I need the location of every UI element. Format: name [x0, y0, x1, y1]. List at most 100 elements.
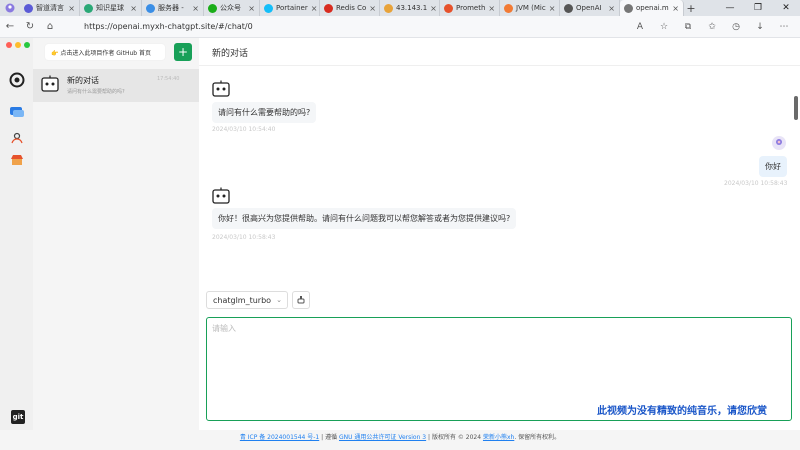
- tab-close-icon[interactable]: ×: [669, 4, 679, 13]
- tab-close-icon[interactable]: ×: [65, 4, 75, 13]
- tab-label: OpenAI: [576, 4, 602, 12]
- bot-message: 你好！很高兴为您提供帮助。请问有什么问题我可以帮您解答或者为您提供建议吗?: [212, 208, 517, 229]
- user-avatar: [772, 136, 786, 150]
- chat-main: 新的对话 请问有什么需要帮助的吗? 2024/03/10 10:54:40 你好…: [199, 38, 800, 430]
- tab-favicon-icon: [208, 3, 217, 13]
- tab-favicon-icon: [146, 3, 155, 13]
- tab-close-icon[interactable]: ×: [189, 4, 199, 13]
- tab-label: 服务器 -: [158, 4, 184, 12]
- url-field[interactable]: https://openai.myxh-chatgpt.site/#/chat/…: [84, 22, 253, 31]
- browser-tab[interactable]: Portainer ×: [260, 0, 320, 16]
- tab-close-icon[interactable]: ×: [427, 4, 437, 13]
- tab-label: openai.m: [636, 4, 669, 12]
- tab-close-icon[interactable]: ×: [245, 4, 255, 13]
- tab-label: Prometh: [456, 4, 486, 12]
- favorite-star-icon[interactable]: ☆: [652, 22, 676, 32]
- license-link[interactable]: GNU 通用公共许可证 Version 3: [339, 434, 426, 441]
- tab-favicon-icon: [564, 3, 573, 13]
- chat-app: git 👉 点击进入此项目作者 GitHub 首页 + 新的对话 17:54:4…: [0, 38, 800, 450]
- robot-avatar-icon: [41, 75, 59, 93]
- browser-tab[interactable]: 服务器 - ×: [142, 0, 204, 16]
- broom-icon: [297, 296, 305, 304]
- video-caption: 此视频为没有精致的纯音乐，请您欣赏: [597, 406, 767, 417]
- tab-favicon-icon: [264, 3, 273, 13]
- chevron-down-icon: ⌄: [276, 296, 282, 304]
- icp-link[interactable]: 青 ICP 备 2024001544 号-1: [240, 434, 319, 441]
- more-icon[interactable]: ⋯: [772, 22, 796, 32]
- tab-favicon-icon: [24, 3, 33, 13]
- footer-text: | 版权所有 © 2024: [426, 434, 483, 441]
- scrollbar-thumb[interactable]: [794, 96, 798, 120]
- user-message: 你好: [759, 156, 787, 177]
- tab-close-icon[interactable]: ×: [308, 4, 318, 13]
- author-link[interactable]: 荣新小熊xh: [483, 434, 514, 441]
- tab-label: 知识星球: [96, 4, 124, 12]
- tab-label: JVM (Mic: [516, 4, 546, 12]
- page-title: 新的对话: [212, 49, 249, 59]
- model-select-value: chatglm_turbo: [213, 295, 272, 305]
- browser-tab[interactable]: Redis Co ×: [320, 0, 380, 16]
- footer-text: . 保留所有权利。: [514, 434, 561, 441]
- tab-label: 公众号: [220, 4, 241, 12]
- conversation-subtitle: 请问有什么需要帮助的吗?: [67, 89, 125, 95]
- tab-favicon-icon: [504, 3, 513, 13]
- tab-label: Portainer: [276, 4, 308, 12]
- conversation-time: 17:54:40: [157, 76, 180, 82]
- browser-tab[interactable]: 智道清言 ×: [20, 0, 80, 16]
- tab-close-icon[interactable]: ×: [605, 4, 615, 13]
- refresh-icon[interactable]: ↻: [20, 21, 40, 32]
- browser-tab[interactable]: 公众号 ×: [204, 0, 260, 16]
- tab-close-icon[interactable]: ×: [546, 4, 556, 13]
- read-aloud-icon[interactable]: A: [628, 22, 652, 32]
- new-conversation-button[interactable]: +: [174, 43, 192, 61]
- robot-avatar-icon: [212, 80, 230, 98]
- green-dot-icon: [24, 42, 30, 48]
- browser-tab[interactable]: 43.143.1 ×: [380, 0, 440, 16]
- browser-tab[interactable]: Prometh ×: [440, 0, 500, 16]
- chat-header: 新的对话: [199, 38, 800, 66]
- minimize-icon[interactable]: —: [716, 0, 744, 16]
- extensions-icon[interactable]: ⧉: [676, 22, 700, 32]
- browser-tab[interactable]: JVM (Mic ×: [500, 0, 560, 16]
- tab-close-icon[interactable]: ×: [127, 4, 137, 13]
- user-icon[interactable]: [9, 130, 25, 146]
- home-icon[interactable]: ⌂: [40, 21, 60, 32]
- download-icon[interactable]: ↓: [748, 22, 772, 32]
- model-select[interactable]: chatglm_turbo ⌄: [206, 291, 288, 309]
- red-dot-icon: [6, 42, 12, 48]
- history-icon[interactable]: ◷: [724, 22, 748, 32]
- window-controls: — ❐ ✕: [716, 0, 800, 16]
- bot-message: 请问有什么需要帮助的吗?: [212, 102, 317, 123]
- tab-label: Redis Co: [336, 4, 367, 12]
- tab-favicon-icon: [624, 3, 633, 13]
- tab-favicon-icon: [324, 3, 333, 13]
- conversation-item[interactable]: 新的对话 17:54:40 请问有什么需要帮助的吗?: [33, 69, 199, 102]
- favorites-icon[interactable]: ✩: [700, 22, 724, 32]
- tab-favicon-icon: [384, 3, 393, 13]
- back-icon[interactable]: ←: [0, 21, 20, 32]
- github-home-button[interactable]: 👉 点击进入此项目作者 GitHub 首页: [45, 44, 165, 60]
- message-time: 2024/03/10 10:54:40: [212, 126, 276, 133]
- clear-history-button[interactable]: [292, 291, 310, 309]
- browser-tab-strip: 智道清言 × 知识星球 × 服务器 - × 公众号 × Portainer × Redis Co ×…: [0, 0, 800, 16]
- robot-avatar-icon: [212, 187, 230, 205]
- tab-close-icon[interactable]: ×: [485, 4, 495, 13]
- tab-close-icon[interactable]: ×: [366, 4, 376, 13]
- store-icon[interactable]: [9, 152, 25, 168]
- browser-profile-icon[interactable]: [0, 0, 20, 16]
- footer-text: | 遵循: [319, 434, 339, 441]
- message-time: 2024/03/10 10:58:43: [212, 234, 276, 241]
- address-bar: ← ↻ ⌂ https://openai.myxh-chatgpt.site/#…: [0, 16, 800, 38]
- maximize-icon[interactable]: ❐: [744, 0, 772, 16]
- tab-favicon-icon: [444, 3, 453, 13]
- browser-tab[interactable]: openai.m ×: [620, 0, 684, 16]
- git-icon[interactable]: git: [11, 410, 25, 424]
- tab-favicon-icon: [84, 3, 93, 13]
- left-nav-bar: git: [0, 38, 33, 430]
- browser-tab[interactable]: 知识星球 ×: [80, 0, 142, 16]
- browser-tab[interactable]: OpenAI ×: [560, 0, 620, 16]
- openai-logo-icon[interactable]: [9, 72, 25, 88]
- new-tab-button[interactable]: +: [684, 2, 698, 15]
- close-window-icon[interactable]: ✕: [772, 0, 800, 16]
- chat-icon[interactable]: [9, 105, 25, 121]
